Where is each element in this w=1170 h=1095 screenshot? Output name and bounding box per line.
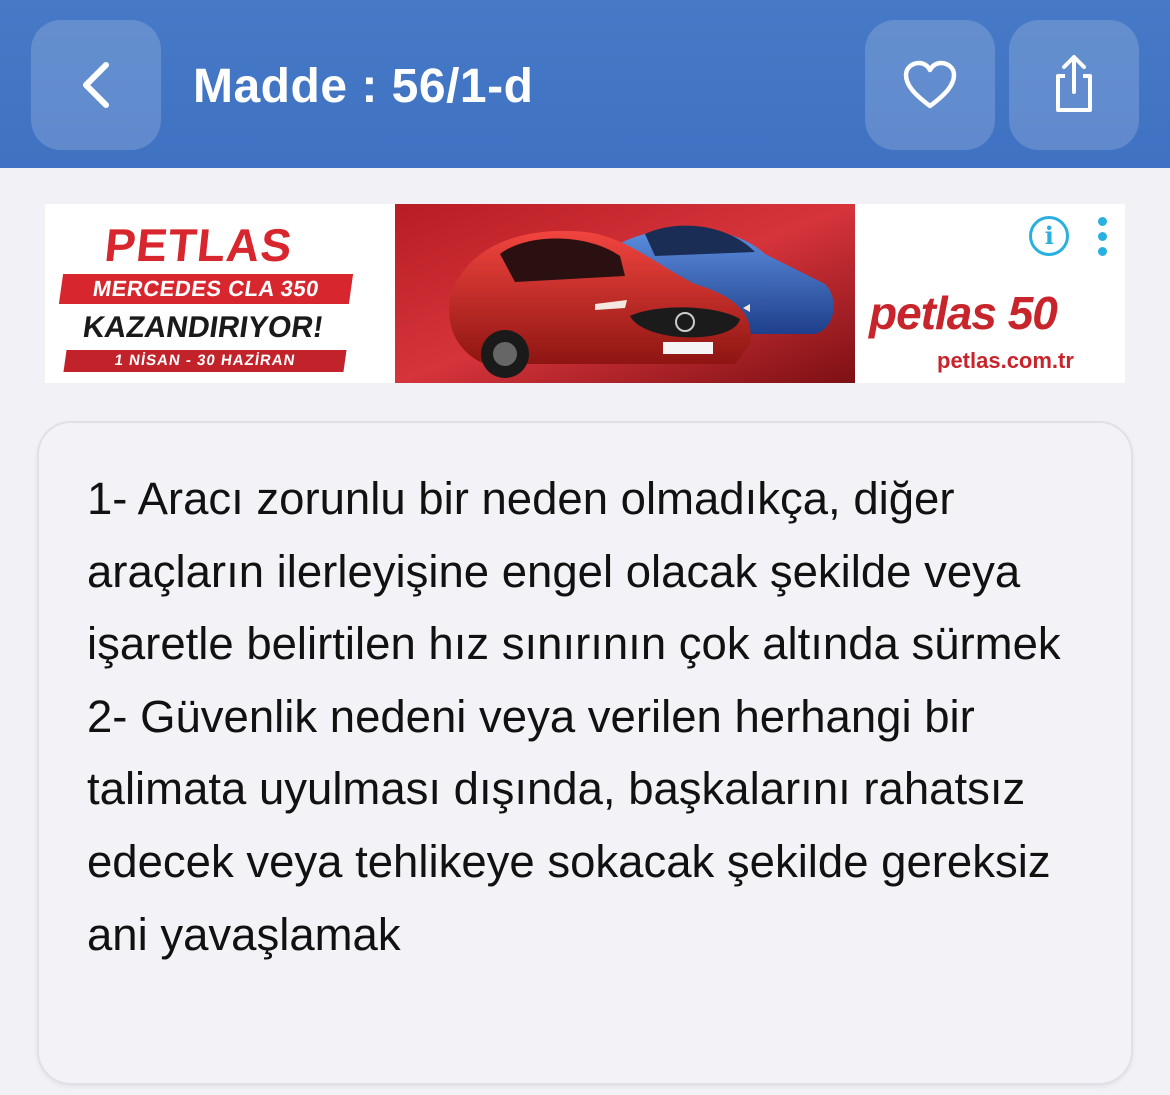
back-button[interactable] (31, 20, 161, 150)
article-text: 1- Aracı zorunlu bir neden olmadıkça, di… (87, 463, 1097, 971)
ad-promo-text: PETLAS MERCEDES CLA 350 KAZANDIRIYOR! 1 … (45, 204, 380, 383)
info-icon[interactable]: i (1029, 216, 1070, 256)
ad-line1: MERCEDES CLA 350 (58, 274, 354, 304)
chevron-left-icon (83, 62, 109, 108)
ad-url: petlas.com.tr (937, 348, 1074, 373)
ad-car-image (395, 204, 855, 383)
heart-icon (903, 60, 957, 109)
favorite-button[interactable] (865, 20, 995, 150)
navigation-header: Madde : 56/1-d (0, 0, 1170, 168)
ad-line2: KAZANDIRIYOR! (80, 311, 326, 344)
ad-logo: petlas 50 (869, 287, 1058, 339)
article-paragraph-2: 2- Güvenlik nedeni veya verilen herhangi… (87, 690, 1051, 960)
page-title: Madde : 56/1-d (193, 60, 534, 113)
article-paragraph-1: 1- Aracı zorunlu bir neden olmadıkça, di… (87, 473, 1061, 670)
ad-choices[interactable]: i (1015, 208, 1121, 264)
ad-brand: PETLAS (102, 219, 296, 271)
advertisement-banner[interactable]: PETLAS MERCEDES CLA 350 KAZANDIRIYOR! 1 … (45, 204, 1125, 383)
share-button[interactable] (1009, 20, 1139, 150)
share-icon (1056, 55, 1092, 112)
car-image (395, 204, 855, 383)
article-card: 1- Aracı zorunlu bir neden olmadıkça, di… (37, 421, 1133, 1085)
ad-line3: 1 NİSAN - 30 HAZİRAN (63, 350, 347, 372)
more-vertical-icon[interactable] (1097, 216, 1107, 256)
